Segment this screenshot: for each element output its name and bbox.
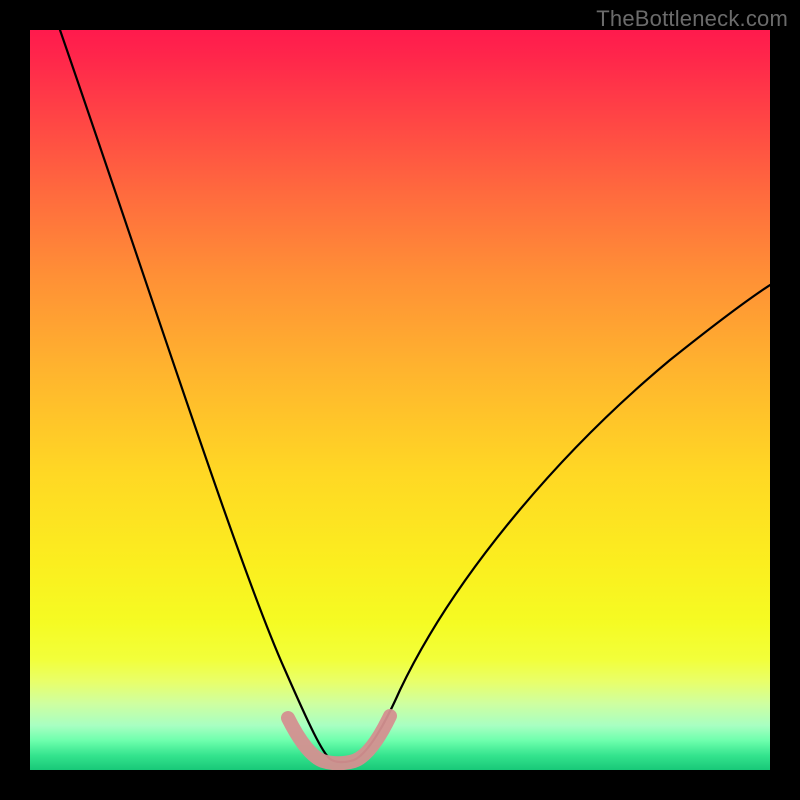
bottleneck-curve xyxy=(60,30,770,762)
chart-svg xyxy=(30,30,770,770)
optimal-band xyxy=(288,716,390,763)
watermark-text: TheBottleneck.com xyxy=(596,6,788,32)
plot-area xyxy=(30,30,770,770)
chart-frame: TheBottleneck.com xyxy=(0,0,800,800)
